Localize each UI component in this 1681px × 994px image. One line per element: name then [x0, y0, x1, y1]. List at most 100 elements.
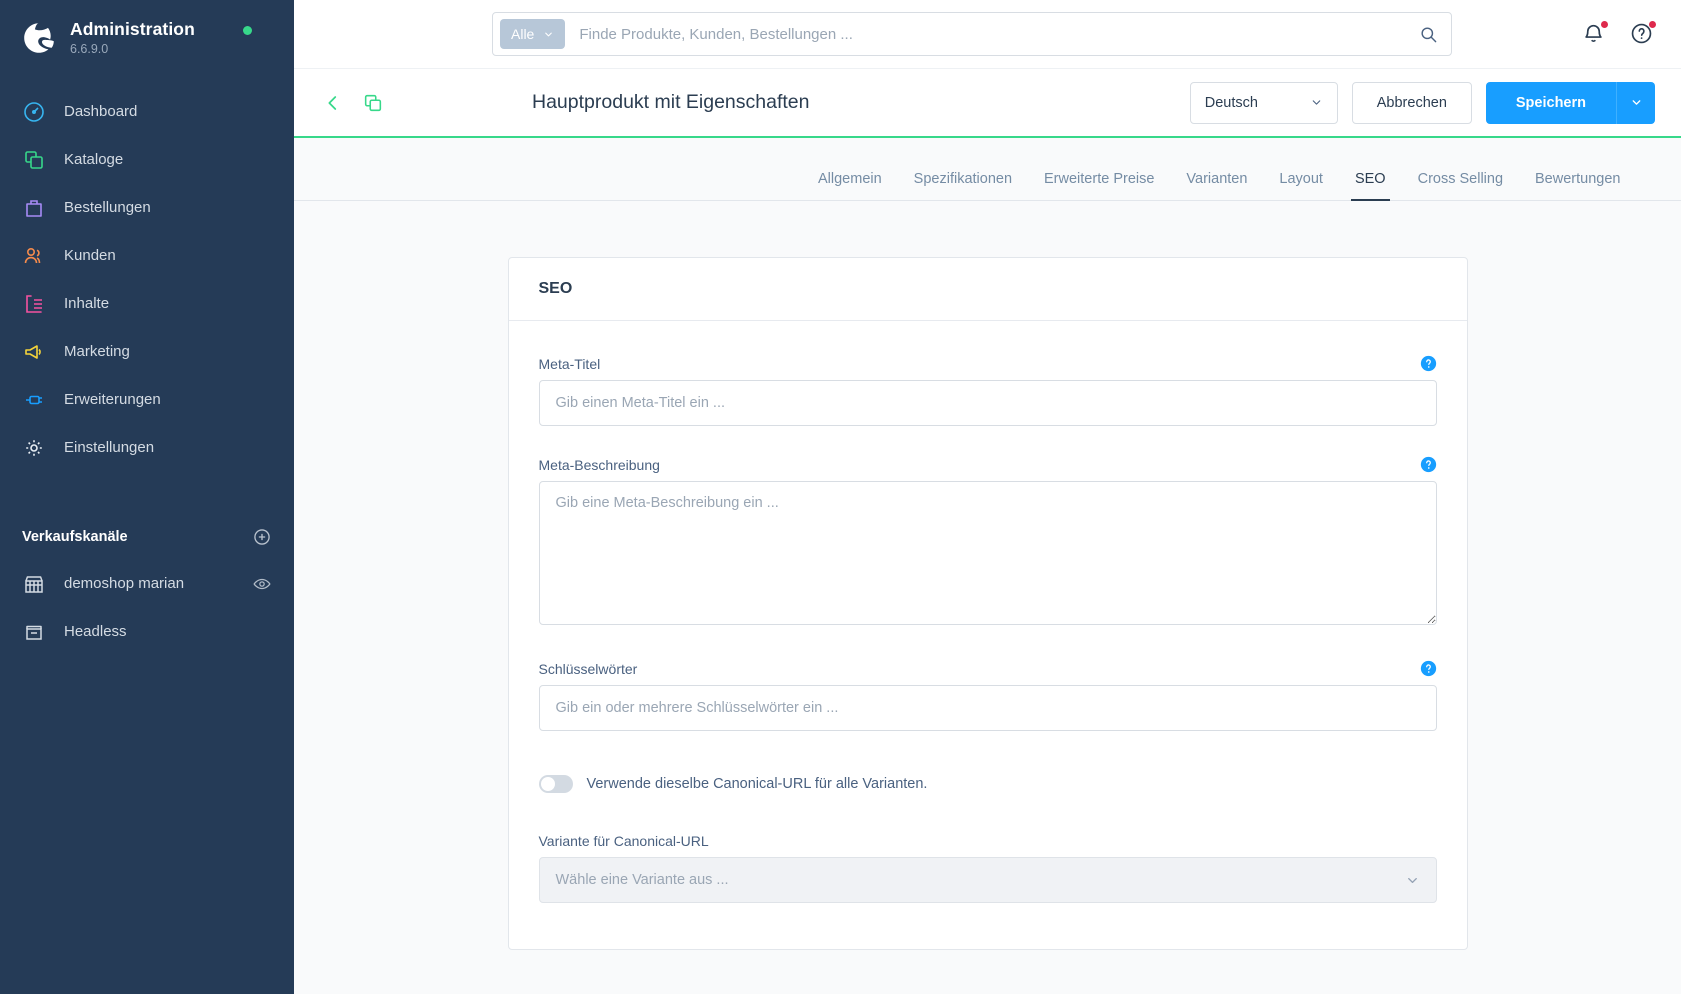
tab-varianten[interactable]: Varianten: [1170, 171, 1263, 200]
sidebar-item-label: Kataloge: [64, 151, 124, 169]
help-button[interactable]: [1629, 20, 1657, 47]
help-badge: [1648, 20, 1657, 29]
tab-seo[interactable]: SEO: [1339, 171, 1402, 201]
content-icon: [26, 294, 42, 313]
sidebar-item-inhalte[interactable]: Inhalte: [0, 280, 294, 328]
meta-title-input[interactable]: [538, 380, 1437, 426]
canonical-url-toggle-row: Verwende dieselbe Canonical-URL für alle…: [538, 775, 1437, 793]
meta-description-label-row: Meta-Beschreibung: [539, 456, 1437, 473]
chevron-down-icon: [1632, 100, 1640, 105]
sidebar-item-kataloge[interactable]: Kataloge: [0, 136, 294, 184]
page-header: Hauptprodukt mit Eigenschaften Deutsch A…: [294, 69, 1681, 138]
sidebar-channel-headless[interactable]: Headless: [0, 608, 294, 656]
orders-icon: [26, 199, 42, 217]
shopware-logo-icon: [24, 22, 54, 53]
keywords-label-row: Schlüsselwörter: [539, 660, 1437, 677]
canonical-url-toggle[interactable]: [538, 775, 573, 793]
brand-version: 6.6.9.0: [70, 41, 109, 56]
keywords-input[interactable]: [538, 685, 1437, 731]
meta-description-label: Meta-Beschreibung: [538, 456, 660, 473]
sidebar-item-label: Erweiterungen: [64, 391, 161, 409]
brand: Administration 6.6.9.0: [0, 0, 294, 74]
sidebar-item-label: Bestellungen: [64, 199, 151, 217]
sidebar-item-label: Kunden: [64, 247, 116, 265]
sidebar: Administration 6.6.9.0 Dashboard Katalog…: [0, 0, 294, 994]
canonical-variant-label: Variante für Canonical-URL: [538, 833, 709, 849]
search-submit-button[interactable]: [1413, 19, 1443, 49]
global-search: Alle: [492, 12, 1452, 56]
search-icon: [1420, 26, 1436, 42]
chevron-down-icon: [1312, 100, 1321, 105]
sidebar-item-einstellungen[interactable]: Einstellungen: [0, 424, 294, 472]
chevron-left-icon[interactable]: [322, 92, 344, 114]
save-button-group: Speichern: [1485, 81, 1655, 124]
sidebar-channel-label: demoshop marian: [64, 575, 185, 593]
main-area: Alle Finde Produkte, Kunden, Bestellunge…: [294, 0, 1681, 994]
topbar: Alle: [294, 0, 1681, 69]
tab-bewertungen[interactable]: Bewertungen: [1519, 171, 1636, 200]
keywords-label: Schlüsselwörter: [538, 660, 638, 677]
keywords-field: Schlüsselwörter: [538, 660, 1437, 731]
chevron-down-icon: [1407, 877, 1417, 883]
status-indicator: [243, 26, 252, 35]
brand-title: Administration: [70, 19, 195, 39]
storefront-icon: [25, 575, 43, 593]
extensions-icon: [26, 395, 42, 404]
catalog-icon: [25, 150, 43, 169]
notification-badge: [1600, 20, 1609, 29]
meta-title-label-row: Meta-Titel: [539, 355, 1437, 372]
product-tabs: Allgemein Spezifikationen Erweiterte Pre…: [294, 138, 1681, 201]
brand-text: Administration 6.6.9.0: [70, 19, 195, 56]
sidebar-item-kunden[interactable]: Kunden: [0, 232, 294, 280]
canonical-variant-select[interactable]: Wähle eine Variante aus ...: [538, 857, 1437, 903]
sidebar-item-marketing[interactable]: Marketing: [0, 328, 294, 376]
chevron-down-icon: [545, 32, 553, 36]
headless-icon: [26, 625, 42, 640]
toggle-knob: [540, 777, 555, 791]
scroll-area: SEO Meta-Titel Gib einen Meta-Titel ein …: [294, 201, 1681, 994]
seo-card-title: SEO: [508, 258, 1467, 321]
sidebar-item-bestellungen[interactable]: Bestellungen: [0, 184, 294, 232]
tab-erweiterte-preise[interactable]: Erweiterte Preise: [1028, 171, 1170, 200]
canonical-variant-label-row: Variante für Canonical-URL: [539, 833, 1437, 849]
sidebar-item-label: Marketing: [64, 343, 130, 361]
settings-icon: [26, 439, 42, 456]
search-input[interactable]: [565, 25, 1413, 43]
sidebar-channel-label: Headless: [64, 623, 127, 641]
canonical-variant-field: Variante für Canonical-URL Wähle eine Va…: [538, 833, 1437, 903]
sidebar-channel-demoshop[interactable]: demoshop marian: [0, 560, 294, 608]
question-circle-icon[interactable]: [1420, 456, 1437, 473]
content-area: Allgemein Spezifikationen Erweiterte Pre…: [294, 138, 1681, 994]
tab-spezifikationen[interactable]: Spezifikationen: [898, 171, 1028, 200]
language-value: Deutsch: [1204, 94, 1258, 111]
tab-cross-selling[interactable]: Cross Selling: [1402, 171, 1519, 200]
sidebar-item-dashboard[interactable]: Dashboard: [0, 88, 294, 136]
meta-title-field: Meta-Titel: [538, 355, 1437, 426]
save-options-button[interactable]: [1616, 81, 1655, 124]
sales-channels-header: Verkaufskanäle: [0, 520, 294, 554]
language-selector[interactable]: Deutsch: [1189, 81, 1338, 124]
cancel-button[interactable]: Abbrechen: [1351, 81, 1472, 124]
seo-card: SEO Meta-Titel Gib einen Meta-Titel ein …: [507, 257, 1468, 950]
notifications-button[interactable]: [1581, 20, 1609, 47]
app-root: Administration 6.6.9.0 Dashboard Katalog…: [0, 0, 1681, 994]
meta-description-textarea[interactable]: [538, 481, 1437, 625]
header-actions: Deutsch Abbrechen Speichern: [1189, 81, 1655, 124]
canonical-url-toggle-label: Verwende dieselbe Canonical-URL für alle…: [586, 776, 928, 792]
plus-circle-icon[interactable]: [252, 527, 272, 547]
sidebar-item-label: Inhalte: [64, 295, 110, 313]
eye-icon[interactable]: [252, 574, 272, 594]
save-button[interactable]: Speichern: [1485, 81, 1616, 124]
search-scope-selector[interactable]: Alle: [500, 19, 566, 49]
topbar-actions: [1581, 20, 1681, 47]
sales-channels-title: Verkaufskanäle: [22, 528, 128, 545]
tab-allgemein[interactable]: Allgemein: [802, 171, 898, 200]
tab-layout[interactable]: Layout: [1263, 171, 1339, 200]
sidebar-item-erweiterungen[interactable]: Erweiterungen: [0, 376, 294, 424]
dashboard-icon: [24, 101, 44, 122]
question-circle-icon[interactable]: [1420, 355, 1437, 372]
search-scope-label: Alle: [511, 26, 535, 42]
duplicate-icon[interactable]: [362, 92, 384, 114]
meta-description-field: Meta-Beschreibung: [538, 456, 1437, 630]
question-circle-icon[interactable]: [1420, 660, 1437, 677]
